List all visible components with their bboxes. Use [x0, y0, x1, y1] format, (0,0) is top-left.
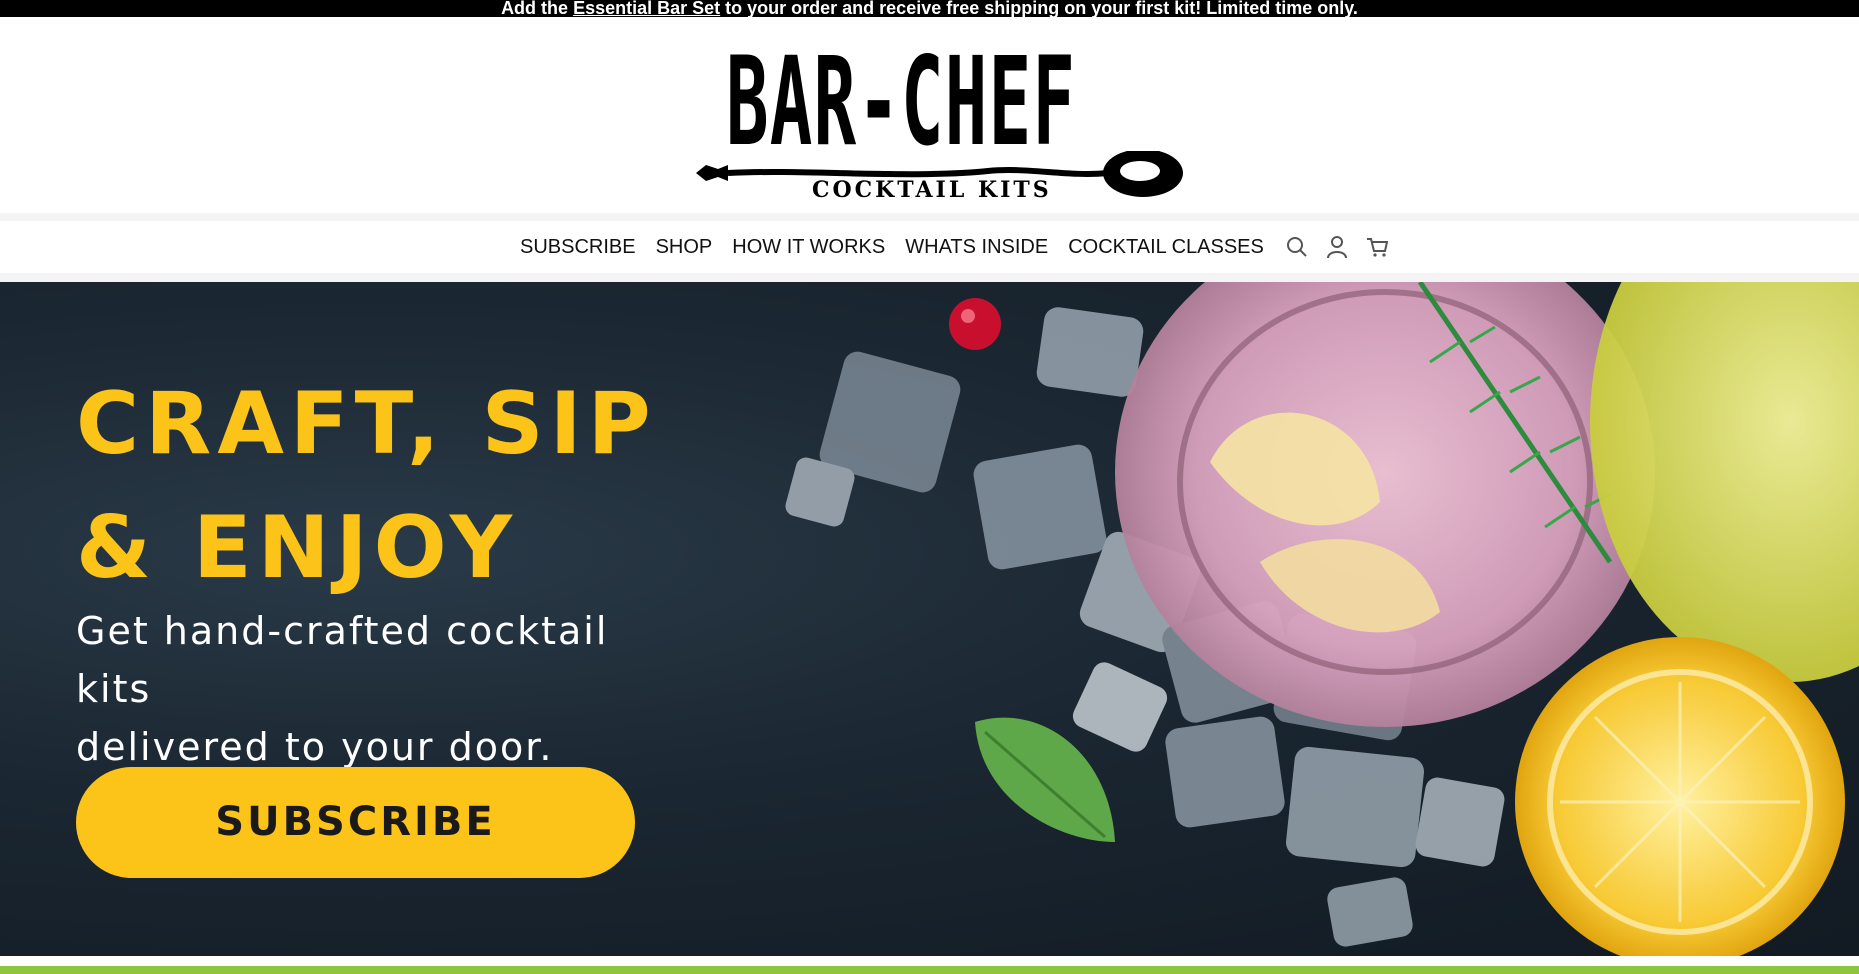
nav-item-cocktail-classes[interactable]: COCKTAIL CLASSES — [1068, 236, 1264, 259]
nav-item-subscribe[interactable]: SUBSCRIBE — [520, 236, 636, 259]
header: BAR-CHEF COCKTAIL KITS — [0, 17, 1859, 213]
main-nav: SUBSCRIBE SHOP HOW IT WORKS WHATS INSIDE… — [0, 221, 1859, 273]
hero-subscribe-button[interactable]: SUBSCRIBE — [76, 767, 635, 878]
green-accent-bar — [0, 966, 1859, 974]
cart-icon[interactable] — [1364, 234, 1390, 260]
logo-wordmark: BAR-CHEF — [726, 31, 1077, 173]
nav-bottom-border — [0, 273, 1859, 282]
logo-tagline: COCKTAIL KITS — [812, 177, 1052, 203]
search-icon[interactable] — [1284, 234, 1310, 260]
nav-item-how-it-works[interactable]: HOW IT WORKS — [732, 236, 885, 259]
announcement-prefix: Add the — [501, 0, 569, 17]
announcement-suffix: to your order and receive free shipping … — [720, 0, 1358, 17]
brand-logo[interactable]: BAR-CHEF COCKTAIL KITS — [688, 41, 1193, 223]
account-icon[interactable] — [1324, 234, 1350, 260]
section-divider — [0, 956, 1859, 966]
announcement-bar: Add the Essential Bar Set to your order … — [0, 0, 1859, 17]
nav-top-border — [0, 213, 1859, 221]
hero-subtitle-line1: Get hand-crafted cocktail kits — [76, 609, 609, 711]
hero-title-line2: & ENJOY — [76, 498, 518, 598]
announcement-link[interactable]: Essential Bar Set — [573, 0, 720, 17]
nav-item-shop[interactable]: SHOP — [656, 236, 713, 259]
hero-title-line1: CRAFT, SIP — [76, 374, 657, 474]
nav-item-whats-inside[interactable]: WHATS INSIDE — [905, 236, 1048, 259]
hero-banner: CRAFT, SIP & ENJOY Get hand-crafted cock… — [0, 282, 1859, 956]
hero-subtitle: Get hand-crafted cocktail kits delivered… — [76, 602, 676, 776]
hero-title: CRAFT, SIP & ENJOY — [76, 362, 657, 610]
